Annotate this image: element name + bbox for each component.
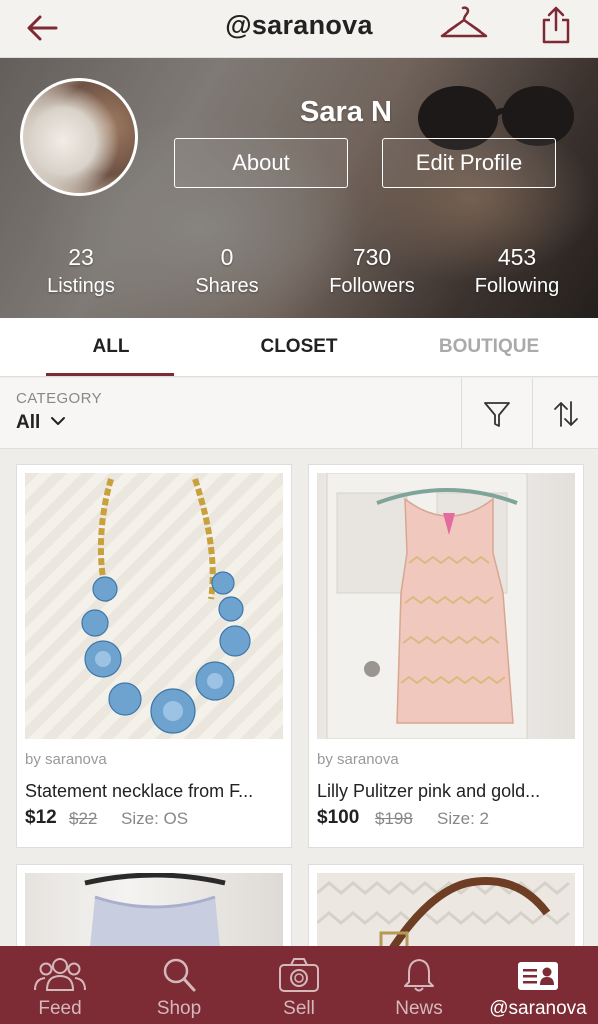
listing-original-price: $198: [375, 809, 413, 828]
nav-profile[interactable]: @saranova: [478, 946, 598, 1024]
nav-feed[interactable]: Feed: [0, 946, 120, 1024]
listing-image[interactable]: [317, 473, 575, 739]
about-button[interactable]: About: [174, 138, 348, 188]
tab-closet[interactable]: CLOSET: [204, 318, 394, 377]
filter-button[interactable]: [461, 378, 531, 449]
edit-profile-button[interactable]: Edit Profile: [382, 138, 556, 188]
listing-size: Size: 2: [437, 809, 489, 828]
bag-photo: [317, 873, 575, 957]
tab-all[interactable]: ALL: [16, 318, 206, 377]
profile-name: Sara N: [300, 96, 392, 128]
people-icon: [34, 958, 86, 991]
listing-price: $100: [317, 807, 360, 828]
category-label: CATEGORY: [16, 390, 102, 407]
listing-card[interactable]: by saranova Lilly Pulitzer pink and gold…: [308, 464, 584, 848]
nav-label: Feed: [38, 998, 82, 1019]
category-value: All: [16, 412, 41, 433]
listing-original-price: $22: [69, 809, 98, 828]
sort-button[interactable]: [532, 378, 598, 449]
listing-image[interactable]: [317, 873, 575, 957]
sort-arrows-icon: [553, 400, 578, 427]
stat-shares[interactable]: 0 Shares: [154, 244, 300, 298]
dress-photo: [326, 473, 528, 739]
top-photo: [84, 873, 226, 957]
search-icon: [163, 958, 196, 992]
nav-label: Sell: [283, 998, 315, 1019]
stat-followers[interactable]: 730 Followers: [299, 244, 445, 298]
nav-label: @saranova: [489, 998, 587, 1019]
stat-label: Followers: [329, 275, 415, 297]
listing-image[interactable]: [25, 473, 283, 739]
stat-label: Listings: [47, 275, 115, 297]
top-nav-bar: @saranova: [0, 0, 598, 58]
share-icon[interactable]: [538, 4, 574, 46]
listing-title[interactable]: Statement necklace from F...: [25, 781, 287, 802]
necklace-photo: [81, 478, 251, 734]
bell-icon: [404, 959, 434, 992]
listing-card[interactable]: by saranova Statement necklace from F...…: [16, 464, 292, 848]
profile-header: Sara N About Edit Profile 23 Listings 0 …: [0, 58, 598, 318]
nav-shop[interactable]: Shop: [119, 946, 239, 1024]
profile-card-icon: [518, 962, 558, 990]
stat-label: Following: [474, 275, 560, 297]
nav-news[interactable]: News: [359, 946, 479, 1024]
stat-value: 23: [68, 244, 94, 270]
stat-label: Shares: [195, 275, 259, 297]
stat-value: 453: [497, 244, 537, 270]
listing-size: Size: OS: [121, 809, 189, 828]
listing-image[interactable]: [25, 873, 283, 957]
listing-title[interactable]: Lilly Pulitzer pink and gold...: [317, 781, 579, 802]
bottom-tab-bar: Feed Shop Sell News @saranova: [0, 946, 598, 1024]
listing-price: $12: [25, 807, 57, 828]
filter-bar: CATEGORY All: [0, 378, 598, 449]
page-title: @saranova: [225, 10, 373, 40]
active-tab-indicator: [46, 373, 174, 376]
stat-value: 730: [352, 244, 392, 270]
nav-sell[interactable]: Sell: [239, 946, 359, 1024]
hanger-icon[interactable]: [438, 6, 490, 46]
chevron-down-icon: [51, 417, 65, 425]
camera-icon: [279, 958, 319, 992]
funnel-icon: [483, 401, 510, 427]
nav-label: News: [395, 998, 443, 1019]
listing-seller[interactable]: by saranova: [25, 751, 107, 768]
avatar[interactable]: [20, 78, 138, 196]
listing-seller[interactable]: by saranova: [317, 751, 399, 768]
closet-tabs: ALL CLOSET BOUTIQUE: [0, 318, 598, 377]
stat-listings[interactable]: 23 Listings: [8, 244, 154, 298]
stat-following[interactable]: 453 Following: [444, 244, 590, 298]
nav-label: Shop: [156, 998, 202, 1019]
tab-boutique[interactable]: BOUTIQUE: [394, 318, 584, 377]
stat-value: 0: [220, 244, 234, 270]
